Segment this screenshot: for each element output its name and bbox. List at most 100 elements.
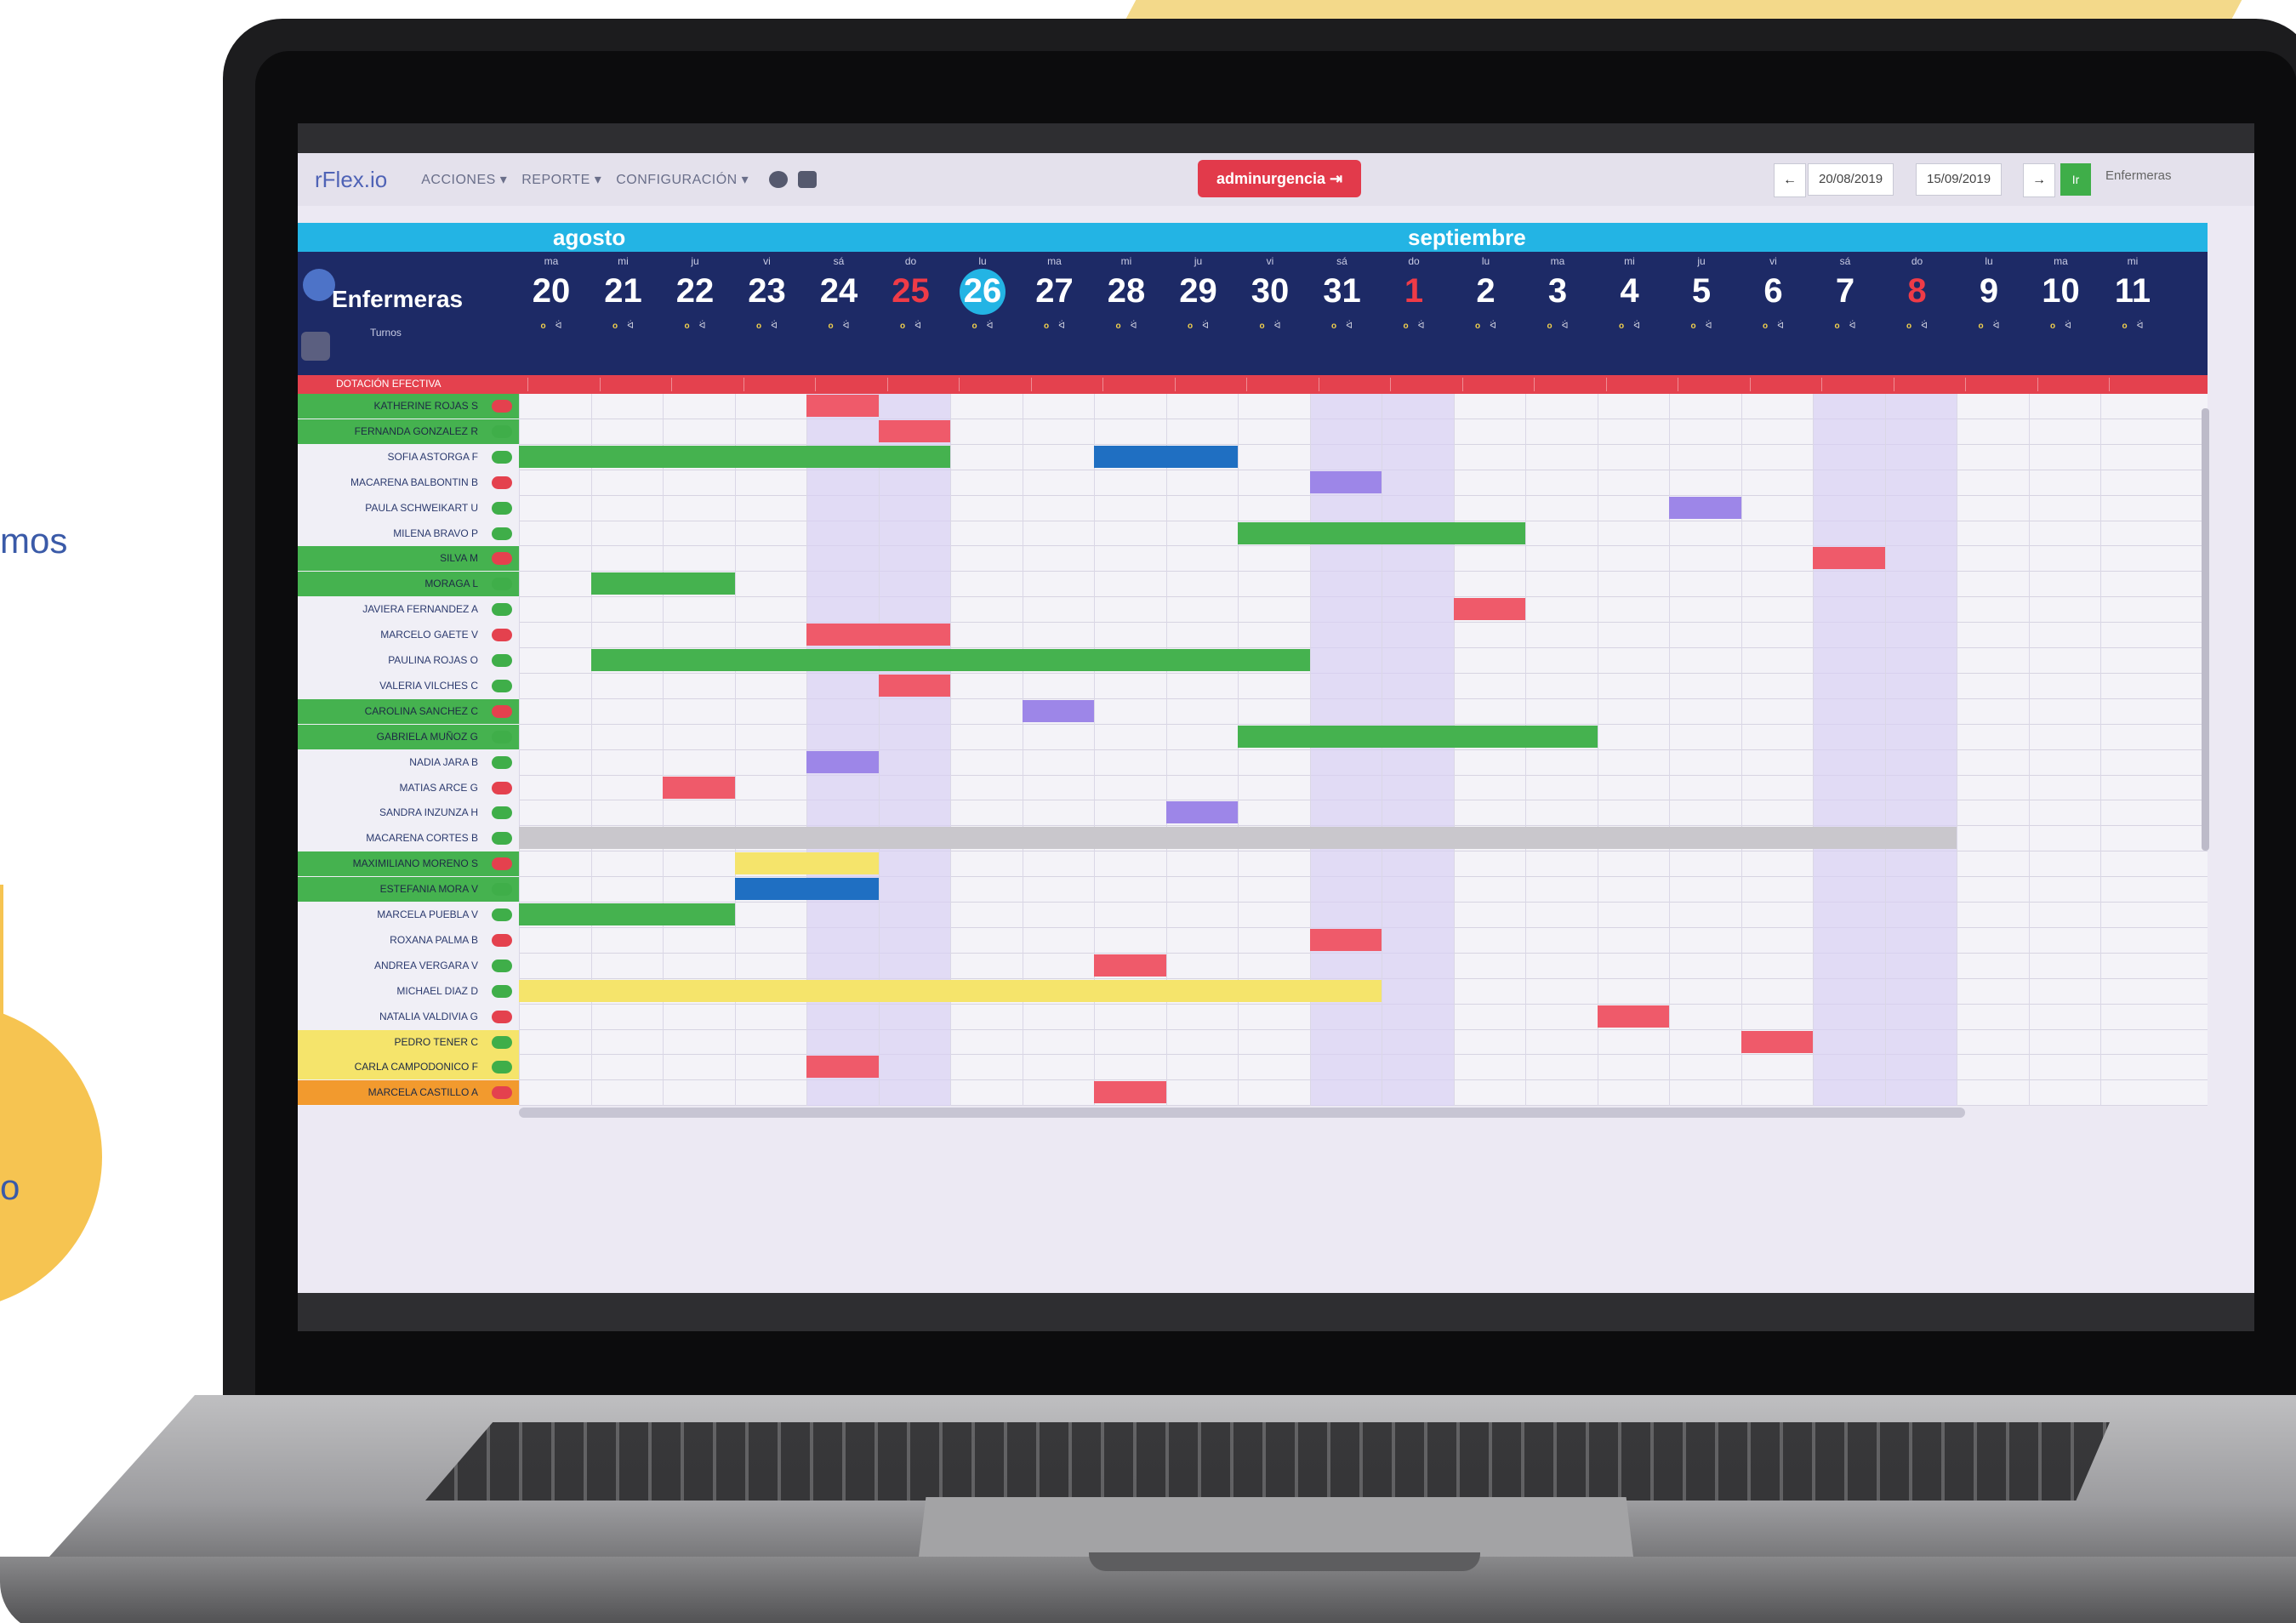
day-number[interactable]: 8: [1887, 272, 1948, 310]
staff-name[interactable]: MILENA BRAVO P: [298, 521, 519, 546]
staff-name[interactable]: MARCELA CASTILLO A: [298, 1080, 519, 1106]
staff-name[interactable]: MARCELO GAETE V: [298, 623, 519, 647]
day-number[interactable]: 2: [1456, 272, 1517, 310]
shift-block[interactable]: [663, 776, 735, 799]
day-number[interactable]: 23: [737, 272, 798, 310]
chat-icon[interactable]: [769, 171, 789, 188]
day-number[interactable]: 6: [1743, 272, 1804, 310]
staff-name[interactable]: MAXIMILIANO MORENO S: [298, 851, 519, 877]
staff-name[interactable]: FERNANDA GONZALEZ R: [298, 419, 519, 444]
shift-block[interactable]: [734, 852, 879, 875]
shift-block[interactable]: [590, 649, 1310, 671]
staff-name[interactable]: NADIA JARA B: [298, 750, 519, 775]
shift-block[interactable]: [1669, 496, 1741, 519]
day-number[interactable]: 7: [1815, 272, 1876, 310]
shift-block[interactable]: [806, 750, 879, 773]
shift-block[interactable]: [1022, 699, 1094, 722]
staff-name[interactable]: MICHAEL DIAZ D: [298, 979, 519, 1004]
day-number[interactable]: 31: [1312, 272, 1373, 310]
day-number[interactable]: 26: [952, 272, 1013, 310]
user-logout-button[interactable]: adminurgencia ⇥: [1198, 160, 1362, 197]
shift-block[interactable]: [519, 979, 1382, 1002]
day-number[interactable]: 29: [1168, 272, 1229, 310]
day-number[interactable]: 11: [2102, 272, 2163, 310]
shift-block[interactable]: [1741, 1030, 1813, 1053]
staff-name[interactable]: SILVA M: [298, 546, 519, 572]
shift-block[interactable]: [1813, 547, 1885, 570]
staff-name[interactable]: CAROLINA SANCHEZ C: [298, 698, 519, 724]
shift-block[interactable]: [1597, 1005, 1669, 1028]
day-number[interactable]: 9: [1958, 272, 2020, 310]
shift-block[interactable]: [734, 878, 879, 901]
shift-block[interactable]: [878, 674, 950, 697]
staff-name[interactable]: ROXANA PALMA B: [298, 928, 519, 953]
shift-block[interactable]: [1094, 1081, 1166, 1104]
date-to-input[interactable]: 15/09/2019: [1916, 163, 2003, 196]
go-button[interactable]: Ir: [2060, 163, 2091, 196]
shift-block[interactable]: [1165, 801, 1238, 824]
shift-block[interactable]: [519, 903, 735, 925]
shift-block[interactable]: [1453, 598, 1525, 621]
day-number[interactable]: 5: [1671, 272, 1732, 310]
staff-name[interactable]: MORAGA L: [298, 572, 519, 597]
list-menu-icon[interactable]: [301, 332, 330, 361]
day-number[interactable]: 28: [1096, 272, 1157, 310]
shift-block[interactable]: [1309, 928, 1382, 951]
vertical-scrollbar[interactable]: [2202, 408, 2209, 851]
staff-name[interactable]: SOFIA ASTORGA F: [298, 445, 519, 470]
date-from-input[interactable]: 20/08/2019: [1808, 163, 1894, 196]
shift-block[interactable]: [590, 572, 735, 595]
staff-name[interactable]: GABRIELA MUÑOZ G: [298, 724, 519, 749]
staff-name[interactable]: MARCELA PUEBLA V: [298, 903, 519, 927]
next-period-button[interactable]: →: [2023, 163, 2055, 197]
day-number[interactable]: 24: [808, 272, 869, 310]
staff-name[interactable]: VALERIA VILCHES C: [298, 674, 519, 698]
day-number[interactable]: 25: [880, 272, 942, 310]
day-number[interactable]: 27: [1024, 272, 1085, 310]
staff-name[interactable]: MATIAS ARCE G: [298, 776, 519, 800]
day-number[interactable]: 1: [1383, 272, 1444, 310]
day-number[interactable]: 4: [1599, 272, 1661, 310]
staff-name[interactable]: ESTEFANIA MORA V: [298, 877, 519, 903]
shift-block[interactable]: [1309, 470, 1382, 493]
day-number[interactable]: 10: [2031, 272, 2092, 310]
staff-name[interactable]: KATHERINE ROJAS S: [298, 394, 519, 419]
staff-name[interactable]: SANDRA INZUNZA H: [298, 800, 519, 825]
prev-period-button[interactable]: ←: [1774, 163, 1806, 197]
day-number[interactable]: 20: [521, 272, 582, 310]
menu-reporte[interactable]: REPORTE ▾: [521, 173, 601, 187]
staff-name[interactable]: ANDREA VERGARA V: [298, 954, 519, 978]
shift-block[interactable]: [878, 419, 950, 442]
horizontal-scrollbar[interactable]: [519, 1108, 1965, 1118]
staff-name[interactable]: PAULINA ROJAS O: [298, 648, 519, 673]
day-number[interactable]: 22: [664, 272, 726, 310]
staff-name[interactable]: NATALIA VALDIVIA G: [298, 1005, 519, 1029]
shift-block[interactable]: [806, 395, 879, 417]
shift-block[interactable]: [1094, 445, 1238, 468]
shift-block[interactable]: [1238, 725, 1598, 748]
hours-badge: [492, 984, 512, 998]
day-number[interactable]: 30: [1239, 272, 1301, 310]
staff-name[interactable]: PAULA SCHWEIKART U: [298, 496, 519, 521]
shift-block[interactable]: [519, 445, 950, 468]
app-window: rFlex.io ACCIONES ▾ REPORTE ▾ CONFIGURAC…: [298, 153, 2254, 1293]
staff-name[interactable]: MACARENA CORTES B: [298, 826, 519, 851]
hours-badge: [492, 857, 512, 871]
shift-block[interactable]: [806, 624, 950, 646]
staff-name[interactable]: JAVIERA FERNANDEZ A: [298, 597, 519, 622]
staff-name[interactable]: CARLA CAMPODONICO F: [298, 1055, 519, 1080]
shift-block[interactable]: [1238, 521, 1525, 544]
shift-block[interactable]: [1094, 954, 1166, 977]
app-logo[interactable]: rFlex.io: [315, 167, 387, 193]
search-icon[interactable]: [303, 269, 335, 301]
shift-block[interactable]: [806, 1056, 879, 1079]
mail-icon[interactable]: [798, 171, 818, 188]
role-select[interactable]: Enfermeras: [2105, 168, 2172, 183]
day-number[interactable]: 3: [1527, 272, 1588, 310]
menu-configuracion[interactable]: CONFIGURACIÓN ▾: [616, 173, 749, 187]
menu-acciones[interactable]: ACCIONES ▾: [421, 173, 507, 187]
shift-block[interactable]: [519, 827, 1957, 850]
staff-name[interactable]: MACARENA BALBONTIN B: [298, 470, 519, 495]
staff-name[interactable]: PEDRO TENER C: [298, 1029, 519, 1055]
day-number[interactable]: 21: [593, 272, 654, 310]
